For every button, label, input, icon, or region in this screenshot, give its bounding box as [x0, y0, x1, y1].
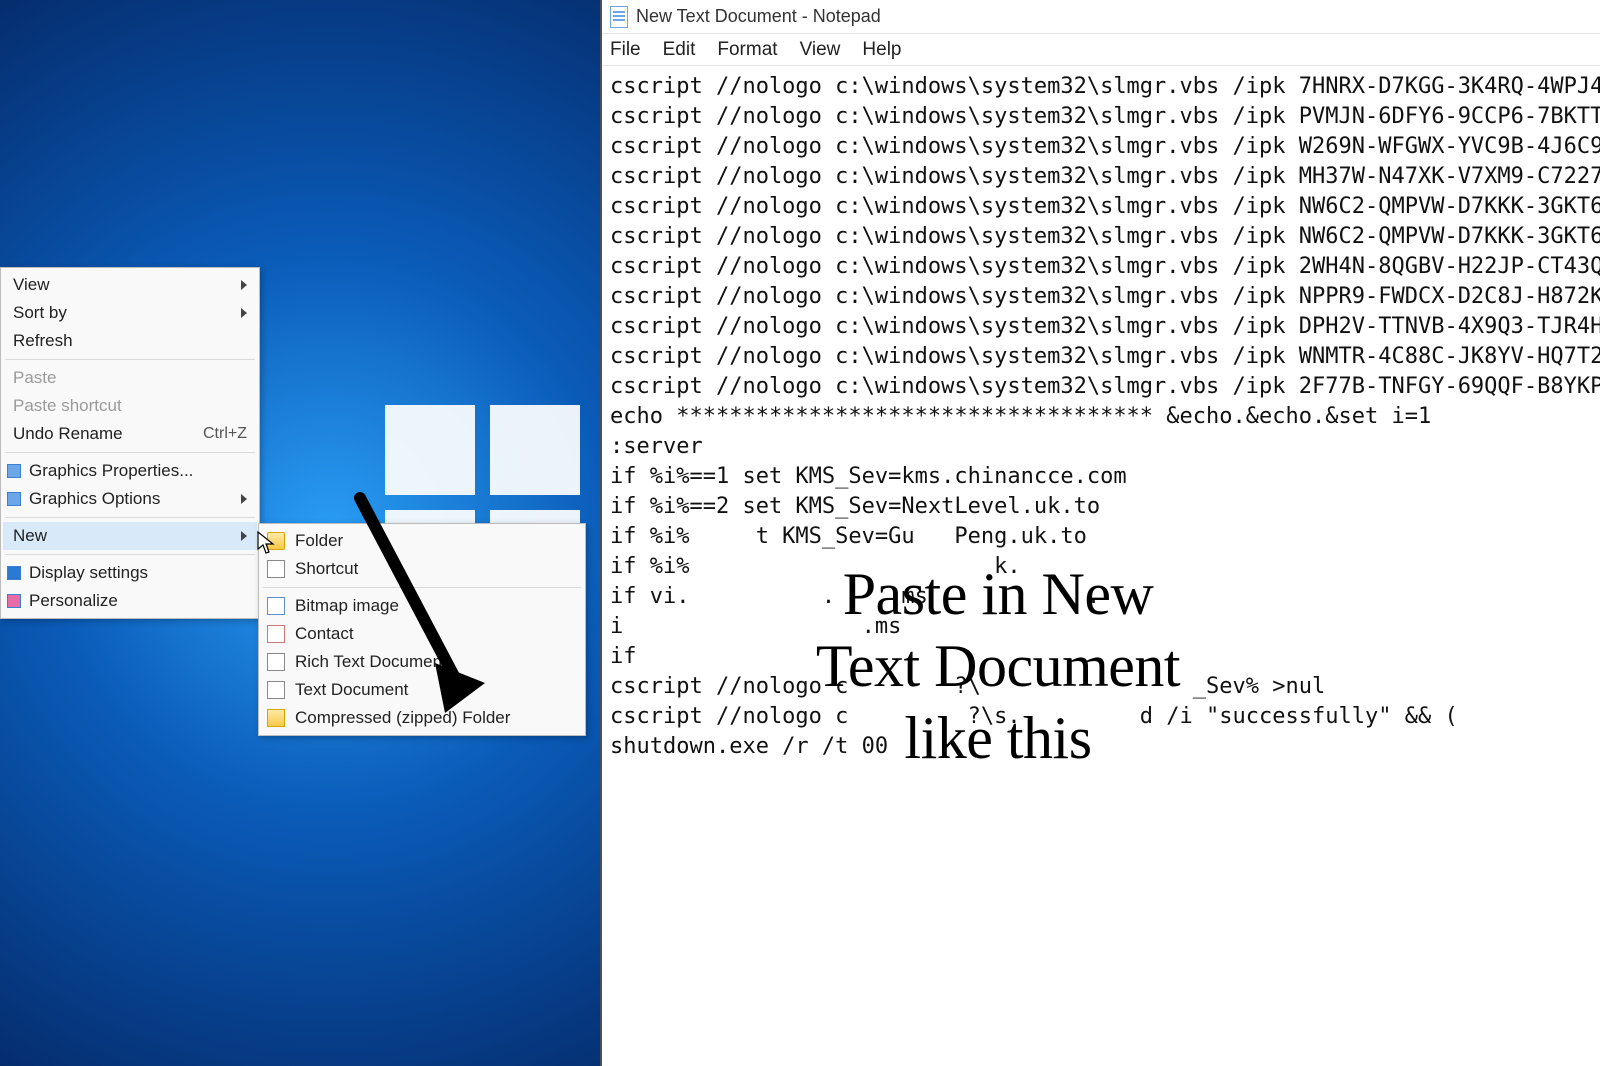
ctx-graphics-properties[interactable]: Graphics Properties...: [3, 457, 257, 485]
ctx-display-settings[interactable]: Display settings: [3, 559, 257, 587]
notepad-titlebar[interactable]: New Text Document - Notepad: [602, 0, 1600, 34]
personalize-icon: [7, 594, 21, 608]
annotation-arrow-icon: [340, 488, 500, 718]
rtf-icon: [267, 653, 285, 671]
ctx-sort-by[interactable]: Sort by: [3, 299, 257, 327]
zip-icon: [267, 709, 285, 727]
bitmap-icon: [267, 597, 285, 615]
window-title: New Text Document - Notepad: [636, 6, 881, 27]
intel-icon: [7, 464, 21, 478]
shortcut-label: Ctrl+Z: [203, 425, 247, 443]
menu-help[interactable]: Help: [862, 39, 901, 61]
menu-format[interactable]: Format: [717, 39, 777, 61]
chevron-right-icon: [241, 280, 247, 290]
chevron-right-icon: [241, 531, 247, 541]
shortcut-icon: [267, 560, 285, 578]
contact-icon: [267, 625, 285, 643]
display-icon: [7, 566, 21, 580]
separator: [5, 517, 255, 518]
ctx-graphics-options[interactable]: Graphics Options: [3, 485, 257, 513]
desktop-context-menu: View Sort by Refresh Paste Paste shortcu…: [0, 267, 260, 619]
ctx-undo-rename[interactable]: Undo RenameCtrl+Z: [3, 420, 257, 448]
separator: [5, 554, 255, 555]
text-document-icon: [267, 681, 285, 699]
separator: [5, 359, 255, 360]
ctx-personalize[interactable]: Personalize: [3, 587, 257, 615]
notepad-icon: [610, 6, 628, 28]
ctx-new[interactable]: New: [3, 522, 257, 550]
mouse-cursor-icon: [256, 531, 276, 555]
notepad-window: New Text Document - Notepad File Edit Fo…: [600, 0, 1600, 1066]
separator: [5, 452, 255, 453]
annotation-text: Paste in New Text Document like this: [638, 558, 1358, 774]
menu-edit[interactable]: Edit: [663, 39, 696, 61]
ctx-refresh[interactable]: Refresh: [3, 327, 257, 355]
chevron-right-icon: [241, 308, 247, 318]
ctx-paste-shortcut: Paste shortcut: [3, 392, 257, 420]
intel-icon: [7, 492, 21, 506]
ctx-view[interactable]: View: [3, 271, 257, 299]
ctx-paste: Paste: [3, 364, 257, 392]
chevron-right-icon: [241, 494, 247, 504]
menu-view[interactable]: View: [800, 39, 841, 61]
notepad-menubar: File Edit Format View Help: [602, 34, 1600, 66]
menu-file[interactable]: File: [610, 39, 641, 61]
